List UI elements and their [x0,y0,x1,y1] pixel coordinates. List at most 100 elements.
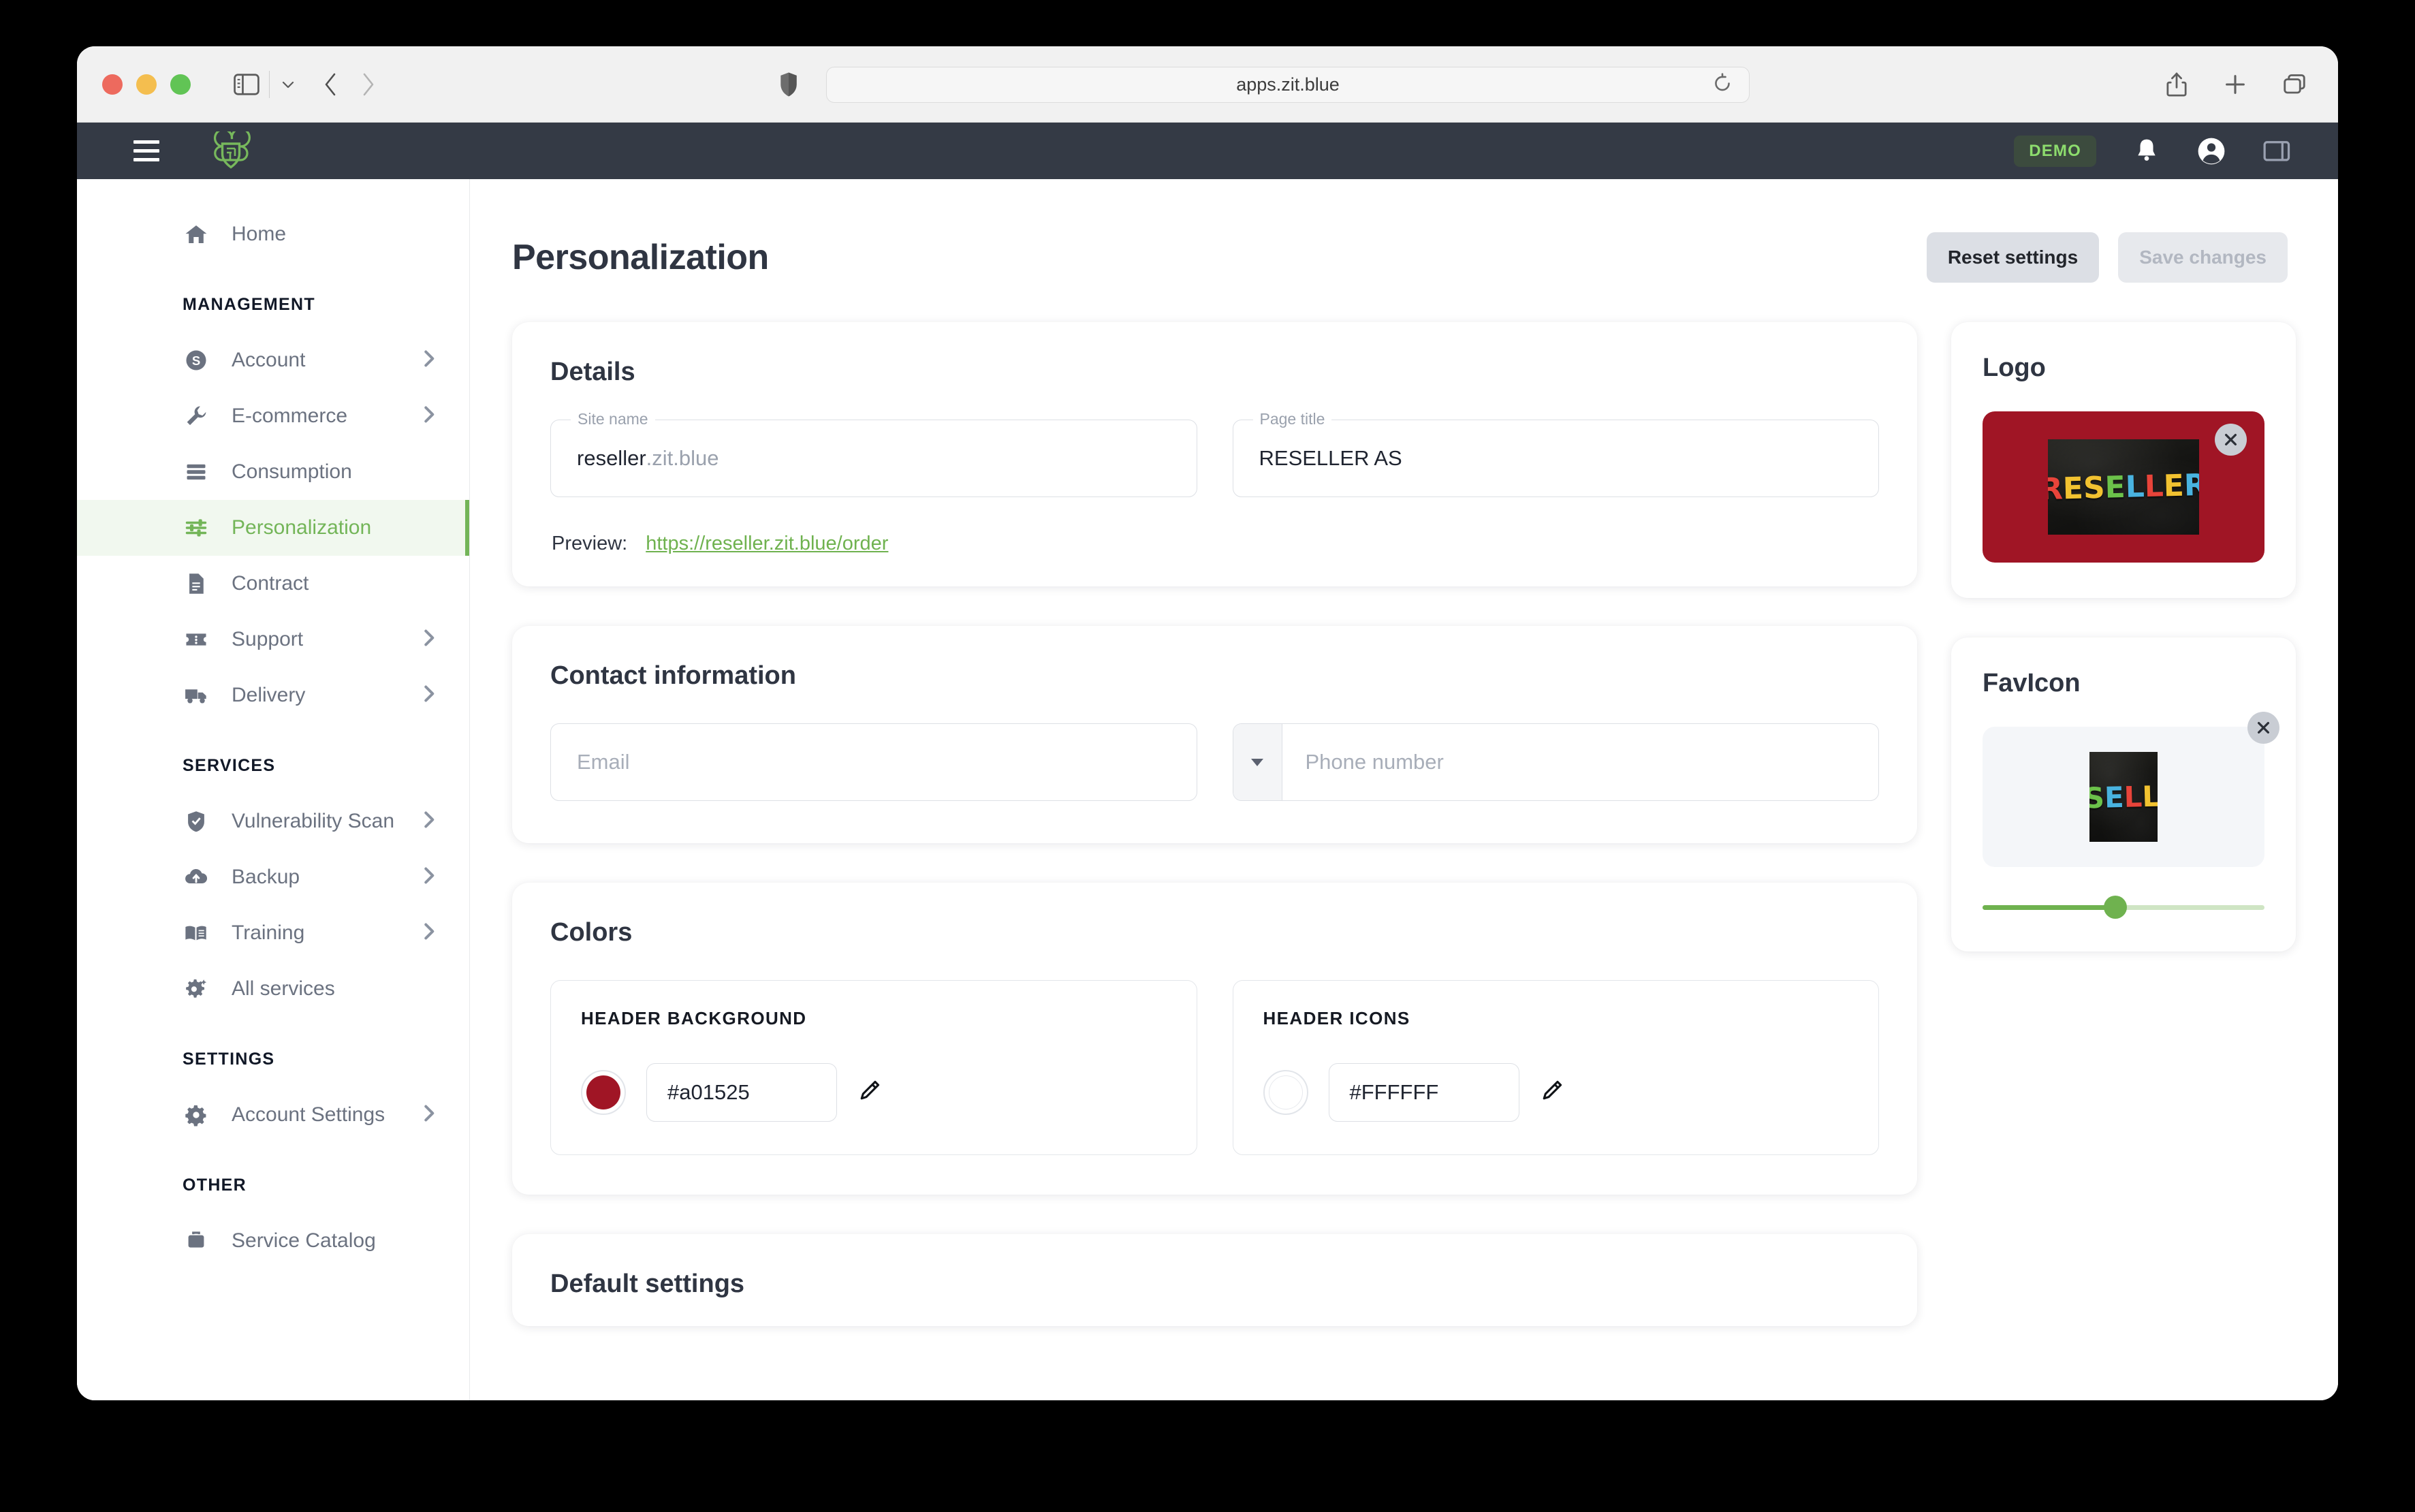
demo-badge: DEMO [2014,135,2096,167]
page-title-input[interactable]: RESELLER AS [1232,420,1879,497]
sidebar-section-title: OTHER [183,1176,247,1195]
url-text: apps.zit.blue [1236,74,1340,95]
colors-card: Colors HEADER BACKGROUND #a01525 HEADER … [512,883,1917,1195]
page-title-label: Page title [1252,410,1332,428]
preview-row: Preview: https://reseller.zit.blue/order [550,533,1879,555]
sidebar-item-consumption[interactable]: Consumption [77,444,469,500]
plus-icon[interactable] [2224,73,2247,96]
bell-icon[interactable] [2134,137,2160,166]
sidebar-item-account-settings[interactable]: Account Settings [77,1087,469,1143]
truck-icon [183,682,210,709]
shield-icon[interactable] [778,72,799,97]
eyedropper-icon[interactable] [857,1080,881,1106]
share-icon[interactable] [2165,72,2188,97]
sidebar-item-training[interactable]: Training [77,905,469,961]
sidebar-item-label: Consumption [232,460,352,483]
minimize-window-button[interactable] [136,74,157,95]
slider-thumb[interactable] [2103,896,2127,919]
sidebar-item-label: Contract [232,572,309,595]
right-panel-icon[interactable] [2263,139,2290,163]
svg-text:S: S [192,353,200,368]
chevron-right-icon [423,1103,437,1128]
back-chevron-icon[interactable] [323,71,339,98]
sidebar-item-vulnerability-scan[interactable]: Vulnerability Scan [77,793,469,849]
sidebar-item-home[interactable]: Home [77,206,469,262]
favicon-zoom-slider[interactable] [1983,896,2264,919]
logo-card: Logo RESELLER [1951,322,2296,598]
site-name-value: reseller [577,446,646,470]
reload-icon[interactable] [1712,72,1733,97]
sidebar-item-backup[interactable]: Backup [77,849,469,905]
briefcase-icon [183,1227,210,1255]
details-card-title: Details [550,358,635,386]
cloud-shield-logo[interactable] [207,131,255,171]
sidebar-item-personalization[interactable]: Personalization [77,500,469,556]
sidebar-toggle-icon[interactable] [234,73,259,95]
hamburger-menu-icon[interactable] [133,140,159,161]
sidebar-item-label: Training [232,922,305,944]
save-changes-button[interactable]: Save changes [2118,232,2288,283]
header-background-hex-input[interactable]: #a01525 [646,1063,837,1122]
eyedropper-icon[interactable] [1540,1080,1563,1106]
preview-link[interactable]: https://reseller.zit.blue/order [646,533,888,555]
sidebar-item-e-commerce[interactable]: E-commerce [77,388,469,444]
sidebar-item-account[interactable]: S Account [77,332,469,388]
page-title-field: Page title RESELLER AS [1232,410,1879,497]
cloud-upload-icon [183,864,210,891]
preview-label: Preview: [552,533,628,554]
address-bar[interactable]: apps.zit.blue [826,67,1750,103]
close-icon[interactable] [2215,424,2247,456]
sidebar-item-label: Account [232,349,306,371]
phone-number-field[interactable]: Phone number [1282,724,1879,800]
email-field[interactable]: Email [550,723,1197,801]
shield-check-icon [183,808,210,835]
close-icon[interactable] [2247,712,2279,744]
phone-placeholder: Phone number [1305,750,1444,774]
site-name-suffix: .zit.blue [646,446,719,470]
sidebar-section-title: MANAGEMENT [183,295,315,314]
sidebar-item-service-catalog[interactable]: Service Catalog [77,1213,469,1269]
maximize-window-button[interactable] [170,74,191,95]
sidebar-item-label: Delivery [232,684,306,706]
page-actions: Reset settings Save changes [1926,232,2288,283]
sidebar-item-support[interactable]: Support [77,612,469,667]
home-icon [183,221,210,248]
header-icons-label: HEADER ICONS [1263,1008,1410,1028]
browser-toolbar: apps.zit.blue [77,46,2338,123]
site-name-input[interactable]: reseller .zit.blue [550,420,1197,497]
toolbar-divider [269,70,270,98]
logo-card-title: Logo [1983,353,2046,382]
header-icons-hex-input[interactable]: #FFFFFF [1328,1063,1519,1122]
account-circle-icon[interactable] [2197,137,2226,166]
body-area: Home MANAGEMENT S Account E-commerce Con… [77,179,2338,1400]
sidebar-section-title: SETTINGS [183,1050,275,1069]
page-title-value: RESELLER AS [1259,446,1402,470]
logo-preview[interactable]: RESELLER [1983,411,2264,563]
sidebar-item-delivery[interactable]: Delivery [77,667,469,723]
country-code-dropdown[interactable] [1233,724,1282,800]
reset-settings-button[interactable]: Reset settings [1926,232,2100,283]
sidebar-item-label: Vulnerability Scan [232,810,395,832]
email-placeholder: Email [577,750,630,774]
media-column: Logo RESELLER FavIcon S E L L [1951,322,2296,1366]
favicon-preview[interactable]: ESELLE [1983,712,2279,867]
document-icon [183,570,210,597]
sliders-icon [183,514,210,541]
header-background-swatch[interactable] [581,1070,626,1115]
sidebar-item-contract[interactable]: Contract [77,556,469,612]
chevron-down-icon[interactable] [279,78,297,91]
forward-chevron-icon[interactable] [360,71,376,98]
sidebar-item-label: All services [232,977,335,1000]
close-window-button[interactable] [102,74,123,95]
tab-overview-icon[interactable] [2282,73,2307,96]
header-background-color-group: HEADER BACKGROUND #a01525 [550,980,1197,1155]
chevron-right-icon [423,348,437,373]
header-icons-swatch[interactable] [1263,1070,1308,1115]
chevron-right-icon [423,865,437,890]
sidebar-item-all-services[interactable]: All services [77,961,469,1017]
browser-window: apps.zit.blue DEMO Home MANAGEMENT S Acc… [77,46,2338,1400]
dollar-circle-icon: S [183,347,210,374]
page-viewport: DEMO Home MANAGEMENT S Account E-commerc… [77,123,2338,1400]
contact-information-card: Contact information Email Phone number [512,626,1917,843]
gear-icon [183,1101,210,1129]
